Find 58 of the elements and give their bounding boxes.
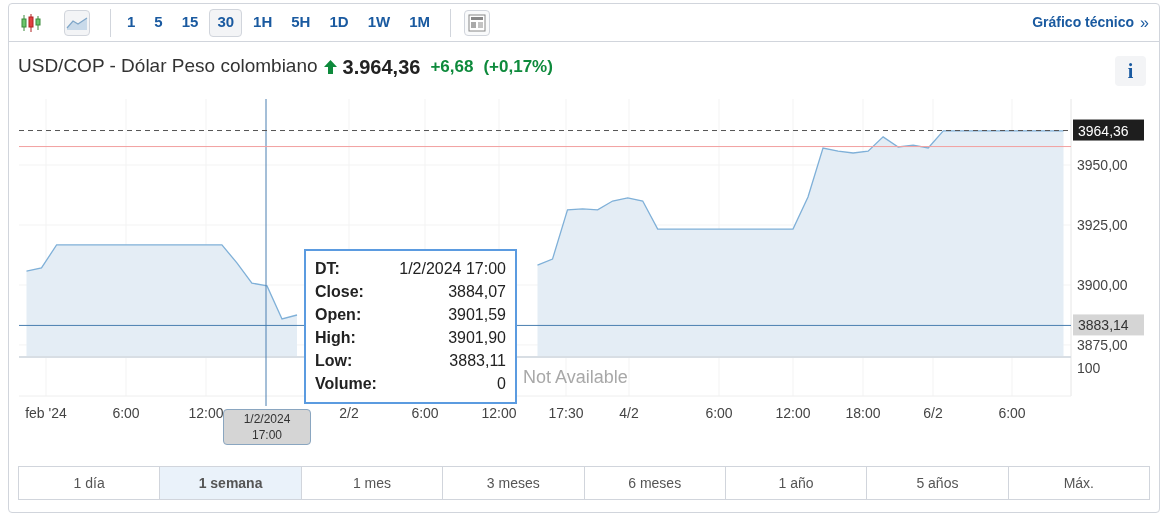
- tooltip-label: Low:: [315, 351, 353, 371]
- axis-label: 6:00: [112, 405, 140, 421]
- axis-label: 2/2: [339, 405, 359, 421]
- interval-tab[interactable]: 1: [119, 8, 144, 37]
- interval-tab[interactable]: 5: [146, 8, 171, 37]
- axis-label: 18:00: [845, 405, 881, 421]
- interval-tab[interactable]: 30: [209, 8, 243, 37]
- range-tab[interactable]: 1 semana: [159, 467, 301, 499]
- technical-chart-link[interactable]: Gráfico técnico »: [1032, 10, 1149, 35]
- axis-label: 17:30: [548, 405, 584, 421]
- tooltip-label: Volume:: [315, 374, 377, 394]
- interval-tab[interactable]: 1H: [245, 8, 281, 37]
- tooltip-value: 3901,90: [448, 328, 506, 348]
- tooltip-label: Close:: [315, 282, 364, 302]
- axis-label: 12:00: [188, 405, 224, 421]
- axis-label: 3950,00: [1077, 157, 1128, 173]
- cursor-time-label: 1/2/2024 17:00: [223, 409, 311, 445]
- ref-line-label: 3883,14: [1078, 317, 1129, 334]
- cursor-price-tag: 3883,14: [1073, 314, 1144, 336]
- price-change: +6,68: [430, 55, 474, 78]
- tooltip-value: 3901,59: [448, 305, 506, 325]
- axis-label: 6:00: [998, 405, 1026, 421]
- axis-label: 4/2: [619, 405, 639, 421]
- volume-message: Not Available: [523, 367, 628, 387]
- interval-tab[interactable]: 1M: [401, 8, 438, 37]
- interval-tab[interactable]: 15: [173, 8, 207, 37]
- axis-label: 12:00: [481, 405, 517, 421]
- news-button[interactable]: [463, 9, 490, 36]
- interval-tab[interactable]: 1W: [359, 8, 399, 37]
- axis-label: 3875,00: [1077, 336, 1128, 353]
- candlestick-icon: [20, 12, 42, 33]
- axis-label: 6:00: [705, 405, 733, 421]
- newspaper-icon: [467, 13, 486, 32]
- axis-label: 6:00: [411, 405, 439, 421]
- chart-type-button[interactable]: [64, 9, 90, 36]
- up-arrow-icon: [323, 59, 337, 74]
- tooltip-label: High:: [315, 328, 356, 348]
- tooltip-label: Open:: [315, 305, 362, 325]
- instrument-title: USD/COP - Dólar Peso colombiano: [18, 54, 318, 79]
- tooltip-value: 1/2/2024 17:00: [399, 259, 506, 279]
- tooltip-value: 0: [497, 374, 506, 394]
- last-price: 3.964,36: [342, 54, 421, 80]
- axis-label: 3900,00: [1077, 276, 1128, 293]
- tooltip-value: 3883,11: [449, 351, 506, 371]
- tooltip-value: 3884,07: [448, 282, 506, 302]
- axis-label: 12:00: [775, 405, 811, 421]
- percent-change: (+0,17%): [483, 55, 553, 78]
- axis-label: 3925,00: [1077, 217, 1128, 233]
- ref-line-label: 3964,36: [1078, 122, 1129, 139]
- interval-tab[interactable]: 1D: [321, 8, 357, 37]
- info-button[interactable]: i: [1115, 55, 1146, 86]
- double-chevron-icon: »: [1140, 10, 1149, 35]
- axis-label: feb '24: [25, 405, 67, 421]
- axis-label: 100: [1077, 360, 1101, 376]
- axis-label: 6/2: [923, 405, 943, 421]
- tooltip-label: DT:: [315, 259, 340, 279]
- last-price-tag: 3964,36: [1073, 119, 1144, 141]
- interval-tab[interactable]: 5H: [283, 8, 319, 37]
